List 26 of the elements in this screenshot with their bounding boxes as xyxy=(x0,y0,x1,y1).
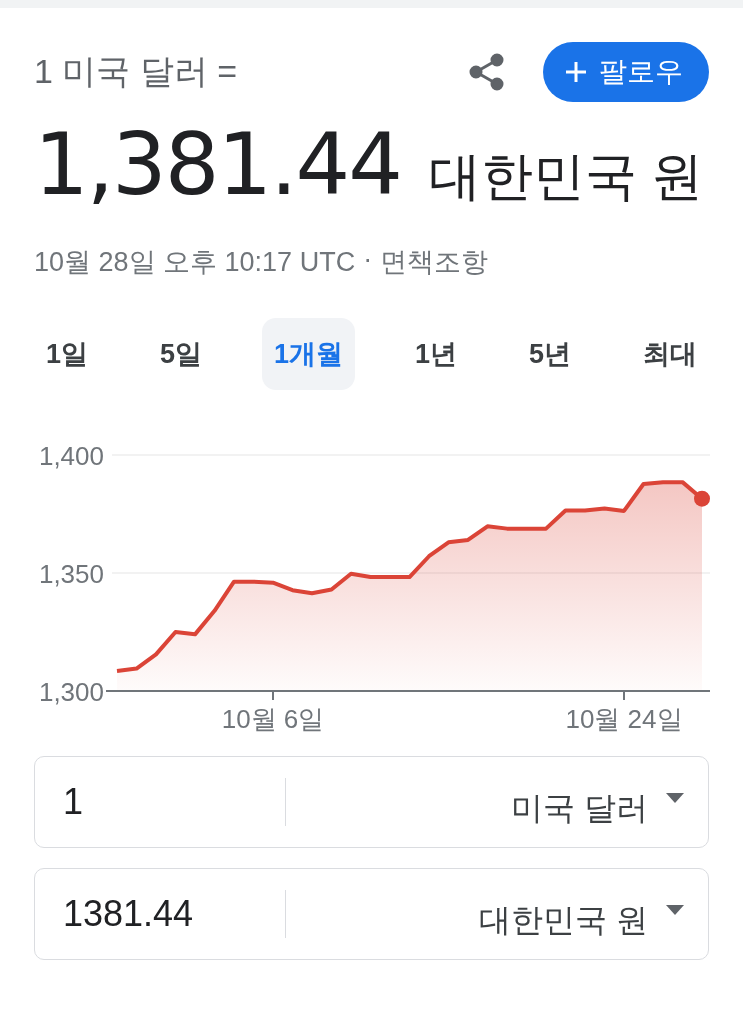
range-tab[interactable]: 1년 xyxy=(403,318,470,390)
range-tab[interactable]: 최대 xyxy=(631,318,709,390)
range-tab[interactable]: 5년 xyxy=(517,318,584,390)
range-tab[interactable]: 1일 xyxy=(34,318,101,390)
caret-icon xyxy=(666,793,684,803)
axis-label: 1,400 xyxy=(38,441,104,471)
axis-label: 10월 24일 xyxy=(565,704,683,734)
separator: · xyxy=(363,244,373,276)
follow-button[interactable]: 팔로우 xyxy=(543,42,709,102)
exchange-rate: 1,381.44 xyxy=(34,114,401,214)
disclaimer-link[interactable]: 면책조항 xyxy=(380,244,489,280)
range-tab[interactable]: 5일 xyxy=(148,318,215,390)
currency-dropdown[interactable]: 미국 달러 xyxy=(286,757,708,847)
axis-label: 1,350 xyxy=(38,559,104,589)
plus-icon xyxy=(565,61,587,83)
timestamp: 10월 28일 오후 10:17 UTC xyxy=(34,246,356,279)
conversion-label: 1 미국 달러 = xyxy=(34,51,239,92)
range-tab[interactable]: 1개월 xyxy=(262,318,356,390)
current-point xyxy=(694,490,710,507)
currency-dropdown[interactable]: 대한민국 원 xyxy=(286,869,708,959)
amount-field[interactable]: 1 미국 달러 xyxy=(34,756,709,848)
amount-field[interactable]: 1381.44 대한민국 원 xyxy=(34,868,709,960)
currency-name: 대한민국 원 xyxy=(428,146,704,207)
caret-icon xyxy=(666,905,684,915)
axis-label: 10월 6일 xyxy=(221,704,325,734)
axis-label: 1,300 xyxy=(38,677,104,707)
